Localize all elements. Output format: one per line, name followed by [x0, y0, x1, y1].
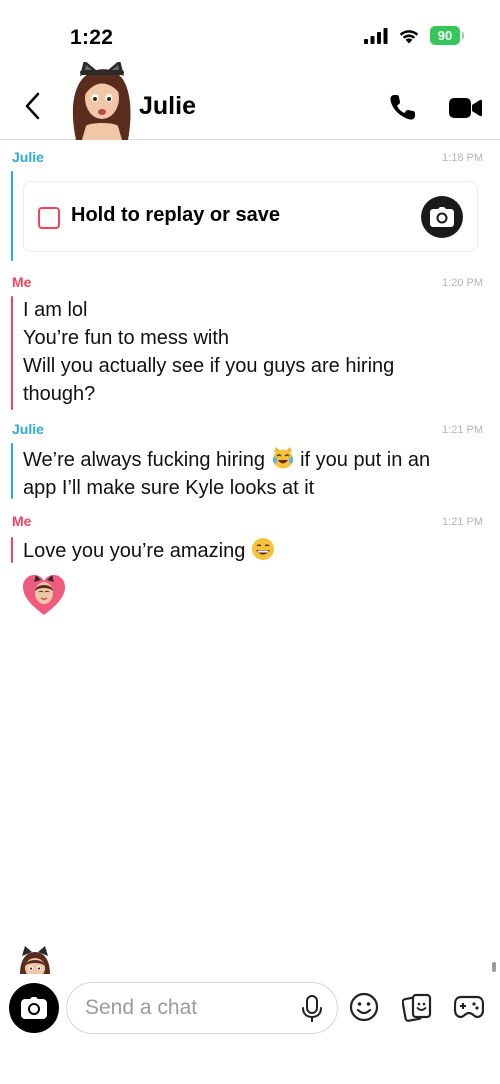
message-timestamp: 1:21 PM	[442, 516, 483, 528]
battery-icon: 90	[430, 26, 464, 45]
status-icons: 90	[364, 26, 464, 45]
snap-camera-button[interactable]	[421, 196, 463, 238]
message-timestamp: 1:21 PM	[442, 424, 483, 436]
message-line: app I’ll make sure Kyle looks at it	[23, 477, 315, 499]
sender-bar	[11, 443, 13, 499]
sender-name: Julie	[12, 421, 44, 437]
message-line: We’re always fucking hiring if you put i…	[23, 446, 483, 474]
message-line-part: We’re always fucking hiring	[23, 449, 265, 471]
sender-name: Me	[12, 274, 32, 290]
back-chevron-icon	[25, 92, 40, 120]
message-line: I am lol	[23, 299, 88, 321]
sender-bar	[11, 171, 13, 261]
message-line: though?	[23, 383, 96, 405]
send-chat-input[interactable]	[85, 993, 285, 1023]
sender-bar	[11, 537, 13, 563]
status-time: 1:22	[70, 26, 114, 49]
sticker-icon[interactable]	[402, 992, 432, 1022]
sender-name: Julie	[12, 149, 44, 165]
scrollbar-thumb[interactable]	[492, 962, 496, 972]
message-timestamp: 1:18 PM	[442, 152, 483, 164]
message-text[interactable]: We’re always fucking hiring if you put i…	[23, 446, 483, 502]
message-group: Julie 1:18 PM Hold to replay or save	[0, 141, 500, 266]
grinning-emoji-icon	[251, 538, 274, 560]
message-text[interactable]: I am lol You’re fun to mess with Will yo…	[23, 296, 483, 408]
camera-button[interactable]	[9, 983, 59, 1033]
sender-name: Me	[12, 513, 32, 529]
message-group: Me 1:21 PM Love you you’re amazing	[0, 505, 500, 573]
contact-name[interactable]: Julie	[139, 92, 196, 121]
chat-input-container[interactable]	[66, 982, 338, 1034]
smiley-icon[interactable]	[349, 992, 379, 1022]
game-controller-icon[interactable]	[454, 994, 484, 1020]
message-line-part: if you put in an	[300, 449, 431, 471]
camera-icon	[21, 997, 47, 1019]
sender-bar	[11, 296, 13, 410]
message-group: Me 1:20 PM I am lol You’re fun to mess w…	[0, 266, 500, 412]
chat-composer	[0, 975, 500, 1084]
message-line: Will you actually see if you guys are hi…	[23, 355, 395, 377]
back-button[interactable]	[20, 90, 44, 122]
wifi-icon	[399, 29, 419, 43]
message-line: You’re fun to mess with	[23, 327, 230, 349]
battery-level: 90	[437, 28, 453, 43]
message-text[interactable]: Love you you’re amazing	[23, 537, 483, 565]
phone-icon[interactable]	[388, 92, 418, 122]
camera-icon	[430, 207, 454, 227]
video-camera-icon[interactable]	[448, 94, 482, 122]
bitmoji-avatar[interactable]	[66, 62, 138, 140]
signal-icon	[364, 27, 388, 44]
microphone-icon[interactable]	[301, 995, 323, 1023]
laughing-crying-cat-emoji-icon	[272, 447, 293, 469]
bitmoji-heart-reaction[interactable]	[22, 573, 66, 617]
chat-header: Julie	[0, 62, 500, 140]
snap-opened-icon	[38, 207, 60, 229]
message-line: Love you you’re amazing	[23, 540, 246, 562]
snap-card[interactable]: Hold to replay or save	[23, 181, 478, 252]
peeking-bitmoji-avatar	[20, 946, 50, 974]
message-group: Julie 1:21 PM We’re always fucking hirin…	[0, 413, 500, 505]
snap-label: Hold to replay or save	[71, 204, 280, 226]
message-timestamp: 1:20 PM	[442, 277, 483, 289]
